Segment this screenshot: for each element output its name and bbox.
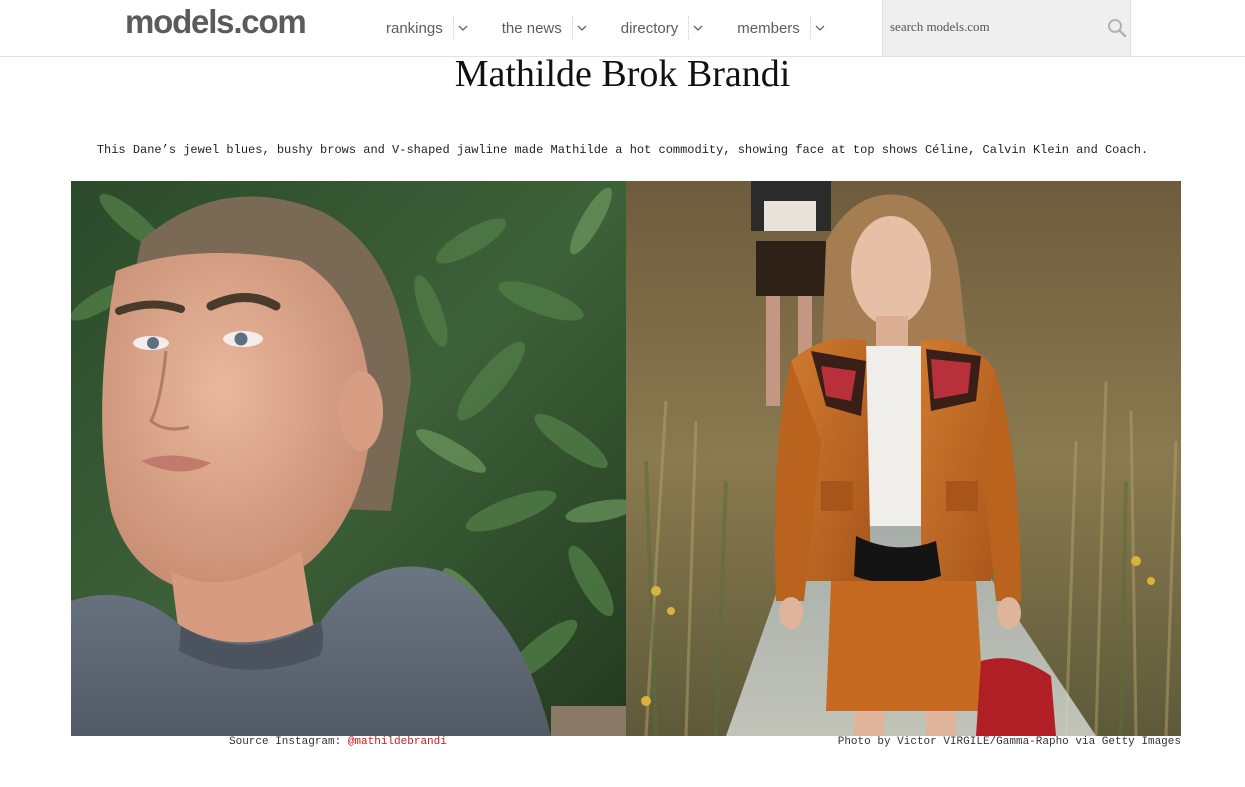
search-box [882, 0, 1131, 56]
photo-gallery [71, 181, 1181, 736]
nav-label-directory[interactable]: directory [607, 20, 689, 37]
caption-prefix: Source Instagram: [229, 736, 348, 748]
photo-caption-right: Photo by Victor VIRGILE/Gamma-Rapho via … [837, 736, 1181, 748]
article-description: This Dane’s jewel blues, bushy brows and… [96, 143, 1149, 157]
nav-label-rankings[interactable]: rankings [372, 20, 453, 37]
photo-runway [626, 181, 1181, 736]
logo-main: models [125, 3, 235, 40]
search-input[interactable] [890, 15, 1090, 39]
nav-item-members[interactable]: members [723, 0, 845, 56]
nav-item-directory[interactable]: directory [607, 0, 724, 56]
main-nav: rankings the news directory members [372, 0, 845, 56]
runway-image [626, 181, 1181, 736]
nav-item-the-news[interactable]: the news [488, 0, 607, 56]
search-icon[interactable] [1107, 18, 1127, 38]
portrait-image [71, 181, 626, 736]
nav-label-the-news[interactable]: the news [488, 20, 572, 37]
instagram-link[interactable]: @mathildebrandi [348, 736, 447, 748]
chevron-down-icon[interactable] [571, 16, 591, 40]
photo-portrait [71, 181, 626, 736]
site-header: models.com rankings the news directory m… [0, 0, 1245, 57]
nav-item-rankings[interactable]: rankings [372, 0, 488, 56]
nav-label-members[interactable]: members [723, 20, 810, 37]
photo-caption-left: Source Instagram: @mathildebrandi [229, 735, 447, 749]
logo-tld: .com [233, 3, 306, 40]
site-logo[interactable]: models.com [125, 2, 307, 42]
chevron-down-icon[interactable] [452, 16, 472, 40]
chevron-down-icon[interactable] [809, 16, 829, 40]
article-title: Mathilde Brok Brandi [454, 53, 791, 95]
chevron-down-icon[interactable] [688, 16, 707, 40]
